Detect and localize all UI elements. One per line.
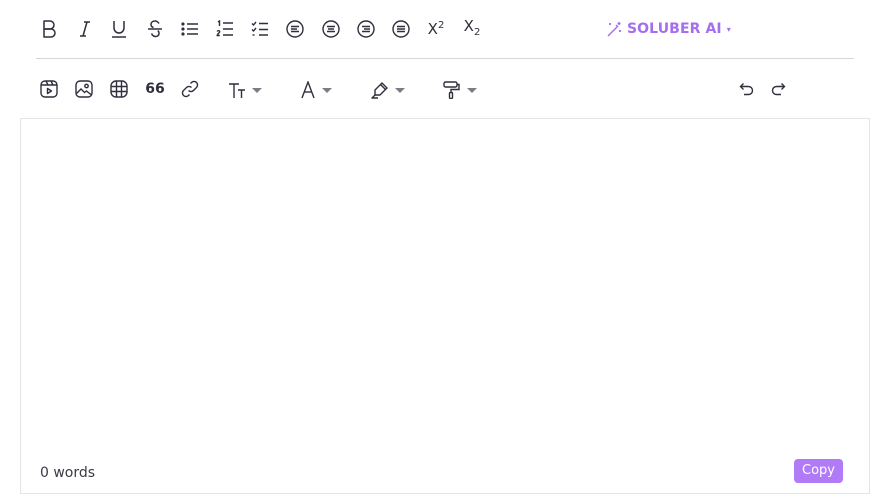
editor-area[interactable]: 0 words Copy bbox=[20, 118, 870, 494]
chevron-down-icon bbox=[467, 87, 477, 93]
checklist-icon bbox=[251, 21, 268, 36]
align-center-icon bbox=[322, 20, 340, 38]
align-right-icon bbox=[357, 20, 375, 38]
bold-button[interactable] bbox=[38, 17, 60, 41]
word-count: 0 words bbox=[40, 465, 96, 481]
italic-button[interactable] bbox=[74, 17, 96, 41]
align-center-button[interactable] bbox=[320, 17, 342, 41]
superscript-button[interactable]: X2 bbox=[424, 16, 448, 42]
align-left-icon bbox=[286, 20, 304, 38]
underline-icon bbox=[112, 21, 126, 38]
checklist-button[interactable] bbox=[249, 17, 271, 41]
redo-icon bbox=[771, 83, 785, 96]
chevron-down-icon bbox=[252, 87, 262, 93]
chevron-down-icon: ▾ bbox=[726, 24, 731, 34]
bullet-list-icon bbox=[181, 22, 198, 36]
format-painter-dropdown[interactable] bbox=[443, 79, 477, 101]
link-icon bbox=[181, 80, 199, 98]
undo-icon bbox=[739, 83, 753, 96]
font-size-icon bbox=[229, 83, 245, 98]
subscript-icon: X2 bbox=[463, 16, 481, 38]
superscript-icon: X2 bbox=[427, 20, 445, 38]
insert-video-button[interactable] bbox=[38, 78, 60, 100]
highlight-icon bbox=[371, 82, 388, 99]
magic-wand-icon bbox=[607, 21, 621, 36]
bullet-list-button[interactable] bbox=[179, 17, 201, 41]
font-size-dropdown[interactable] bbox=[228, 79, 262, 101]
insert-table-button[interactable] bbox=[108, 78, 130, 100]
insert-link-button[interactable] bbox=[179, 78, 201, 100]
align-left-button[interactable] bbox=[284, 17, 306, 41]
soluber-ai-label: SOLUBER AI bbox=[627, 21, 722, 37]
underline-button[interactable] bbox=[108, 17, 130, 41]
toolbar-divider bbox=[36, 58, 854, 59]
chevron-down-icon bbox=[395, 87, 405, 93]
video-icon bbox=[40, 80, 58, 98]
blockquote-button[interactable]: 66 bbox=[144, 78, 166, 100]
undo-button[interactable] bbox=[736, 78, 756, 100]
align-right-button[interactable] bbox=[355, 17, 377, 41]
copy-button[interactable]: Copy bbox=[794, 459, 843, 483]
table-icon bbox=[110, 80, 128, 98]
italic-icon bbox=[80, 21, 90, 37]
image-icon bbox=[75, 80, 93, 98]
bold-icon bbox=[43, 20, 56, 38]
quote-icon: 66 bbox=[145, 81, 165, 97]
insert-image-button[interactable] bbox=[73, 78, 95, 100]
soluber-ai-dropdown[interactable]: SOLUBER AI ▾ bbox=[606, 18, 731, 40]
subscript-button[interactable]: X2 bbox=[460, 14, 484, 40]
redo-button[interactable] bbox=[768, 78, 788, 100]
numbered-list-button[interactable] bbox=[214, 17, 236, 41]
align-justify-button[interactable] bbox=[390, 17, 412, 41]
font-color-dropdown[interactable] bbox=[300, 79, 332, 101]
numbered-list-icon bbox=[216, 20, 233, 37]
strikethrough-button[interactable] bbox=[144, 17, 166, 41]
chevron-down-icon bbox=[322, 87, 332, 93]
format-painter-icon bbox=[443, 81, 460, 99]
strikethrough-icon bbox=[148, 20, 162, 38]
font-color-icon bbox=[301, 81, 315, 99]
align-justify-icon bbox=[392, 20, 410, 38]
highlight-dropdown[interactable] bbox=[371, 79, 405, 101]
